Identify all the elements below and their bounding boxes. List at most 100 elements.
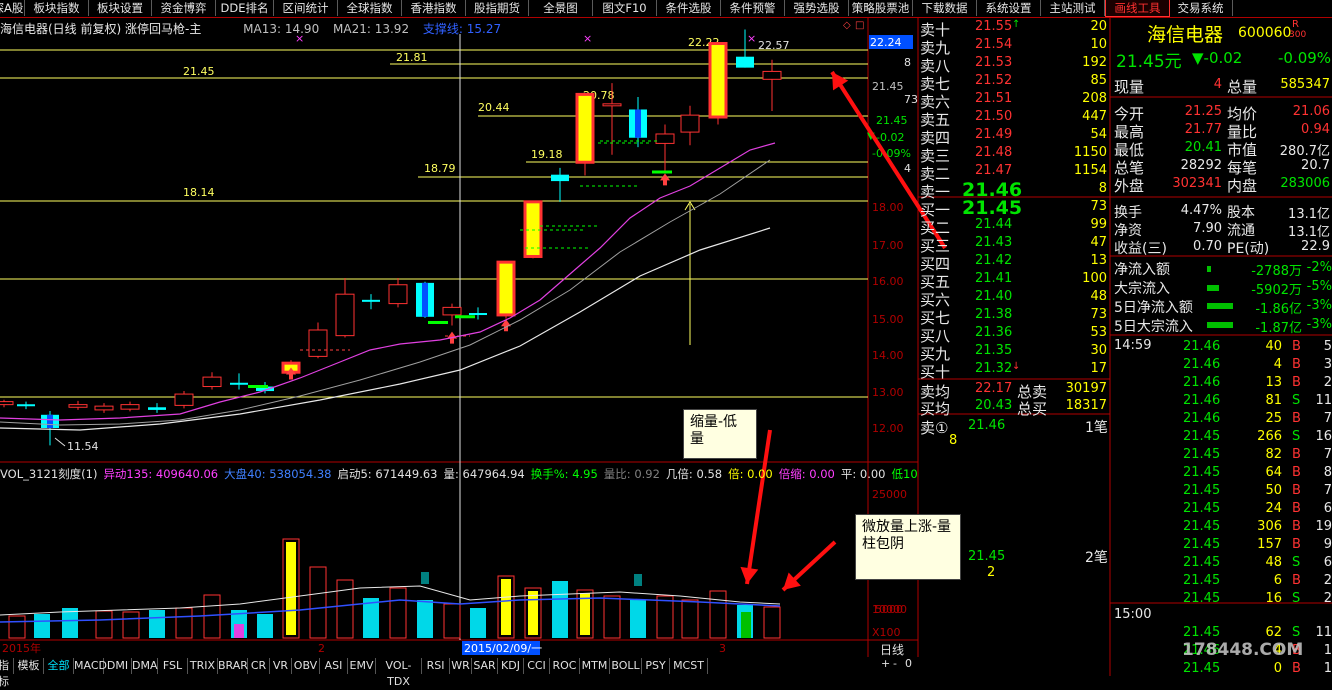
- indicator-tab-5[interactable]: DMA: [132, 658, 158, 674]
- indicator-tab-23[interactable]: PSY: [642, 658, 670, 674]
- volume-bar-16[interactable]: [443, 603, 461, 639]
- volume-bar-23[interactable]: [630, 600, 646, 638]
- indicator-tab-3[interactable]: MACD: [74, 658, 107, 674]
- ask-price[interactable]: 21.50: [975, 109, 1012, 124]
- bid-price[interactable]: 21.38: [975, 307, 1012, 322]
- indicator-tab-0[interactable]: 指标: [0, 658, 14, 688]
- volume-bar-9[interactable]: [257, 614, 273, 638]
- indicator-tab-16[interactable]: WR: [450, 658, 472, 674]
- bid-price[interactable]: 21.32: [975, 361, 1012, 376]
- volume-bar-25[interactable]: [681, 599, 699, 639]
- candle-0[interactable]: [0, 399, 14, 408]
- bid-price[interactable]: 21.41: [975, 271, 1012, 286]
- candle-22[interactable]: [575, 92, 595, 176]
- indicator-tab-1[interactable]: 模板: [14, 658, 44, 674]
- candle-26[interactable]: [680, 105, 700, 146]
- ask-price[interactable]: 21.47: [975, 163, 1012, 178]
- indicator-tab-22[interactable]: BOLL: [610, 658, 642, 674]
- candle-25[interactable]: [655, 124, 675, 173]
- candle-4[interactable]: [94, 403, 114, 413]
- zoom-button-0[interactable]: +: [881, 657, 890, 670]
- ask-price[interactable]: 21.53: [975, 55, 1012, 70]
- bid-price[interactable]: 21.40: [975, 289, 1012, 304]
- indicator-tab-4[interactable]: DMI: [104, 658, 132, 674]
- volume-bar-14[interactable]: [389, 587, 407, 639]
- indicator-tab-14[interactable]: VOL-TDX: [376, 658, 422, 688]
- quote-value: 13.1亿: [1288, 207, 1330, 222]
- indicator-tab-13[interactable]: EMV: [348, 658, 376, 674]
- volume-bar-4[interactable]: [122, 611, 140, 639]
- volume-bar-17[interactable]: [470, 608, 486, 638]
- indicator-tab-18[interactable]: KDJ: [498, 658, 524, 674]
- bid-price[interactable]: 21.43: [975, 235, 1012, 250]
- indicator-tab-17[interactable]: SAR: [472, 658, 498, 674]
- volume-bar-24[interactable]: [656, 595, 674, 639]
- ask-price[interactable]: 21.55: [975, 19, 1012, 34]
- indicator-tab-11[interactable]: OBV: [292, 658, 320, 674]
- indicator-tab-8[interactable]: BRAR: [218, 658, 248, 674]
- candle-13[interactable]: [335, 277, 355, 338]
- zoom-button-2[interactable]: 0: [905, 657, 912, 670]
- bid-price[interactable]: 21.35: [975, 343, 1012, 358]
- indicator-tab-24[interactable]: MCST: [670, 658, 708, 674]
- candle-19[interactable]: [496, 260, 516, 319]
- candle-14[interactable]: [362, 294, 380, 310]
- volume-bar-22[interactable]: [603, 595, 621, 639]
- indicator-tab-21[interactable]: MTM: [580, 658, 610, 674]
- tick-count: 7: [1323, 447, 1332, 462]
- bid-price[interactable]: 21.44: [975, 217, 1012, 232]
- diamond-icon[interactable]: ◇: [843, 20, 851, 31]
- indicator-tab-2[interactable]: 全部: [44, 658, 74, 674]
- volume-bar-0[interactable]: [8, 615, 26, 639]
- zoom-button-1[interactable]: -: [893, 657, 897, 670]
- bid-price[interactable]: 21.45: [962, 197, 1022, 219]
- indicator-tab-15[interactable]: RSI: [422, 658, 450, 674]
- square-icon[interactable]: □: [855, 20, 864, 31]
- quote-value: 7.90: [1193, 221, 1222, 236]
- tick-volume: 306: [1257, 519, 1282, 534]
- volume-bar-1[interactable]: [34, 614, 50, 638]
- candle-3[interactable]: [68, 400, 88, 410]
- bid-price[interactable]: 21.42: [975, 253, 1012, 268]
- candle-6[interactable]: [148, 403, 166, 413]
- candle-1[interactable]: [17, 401, 35, 410]
- volume-bar-2[interactable]: [62, 608, 78, 638]
- volume-bar-6[interactable]: [175, 607, 193, 639]
- volume-bar-18[interactable]: [497, 575, 515, 639]
- volume-bar-11[interactable]: [309, 566, 327, 639]
- candle-9[interactable]: [230, 373, 248, 390]
- volume-bar-12[interactable]: [336, 579, 354, 639]
- volume-bar-3[interactable]: [95, 610, 113, 639]
- indicator-tab-10[interactable]: VR: [270, 658, 292, 674]
- volume-bar-20[interactable]: [552, 581, 568, 638]
- candle-7[interactable]: [174, 391, 194, 409]
- ask-price[interactable]: 21.48: [975, 145, 1012, 160]
- volume-bar-10[interactable]: [282, 538, 300, 639]
- volume-bar-5[interactable]: [149, 610, 165, 638]
- candle-29[interactable]: [762, 59, 782, 111]
- volume-bar-28[interactable]: [763, 606, 781, 639]
- ask-price[interactable]: 21.54: [975, 37, 1012, 52]
- indicator-tab-9[interactable]: CR: [248, 658, 270, 674]
- candle-12[interactable]: [308, 322, 328, 359]
- bid-price[interactable]: 21.36: [975, 325, 1012, 340]
- tick-count: 2: [1323, 573, 1332, 588]
- ask-price[interactable]: 21.49: [975, 127, 1012, 142]
- candle-27[interactable]: [708, 42, 728, 125]
- indicator-tab-7[interactable]: TRIX: [188, 658, 218, 674]
- indicator-tab-20[interactable]: ROC: [550, 658, 580, 674]
- indicator-tab-12[interactable]: ASI: [320, 658, 348, 674]
- indicator-tab-6[interactable]: FSL: [158, 658, 188, 674]
- candle-21[interactable]: [551, 167, 569, 202]
- current-price: 21.45元: [1116, 52, 1182, 72]
- candle-5[interactable]: [120, 401, 140, 412]
- volume-bar-7[interactable]: [203, 594, 221, 639]
- volume-bar-26[interactable]: [709, 590, 727, 639]
- candle-15[interactable]: [388, 277, 408, 308]
- volume-bar-21[interactable]: [576, 589, 594, 639]
- ask-price[interactable]: 21.52: [975, 73, 1012, 88]
- indicator-tab-19[interactable]: CCI: [524, 658, 550, 674]
- candle-8[interactable]: [202, 372, 222, 390]
- volume-bar-15[interactable]: [417, 600, 433, 638]
- ask-price[interactable]: 21.51: [975, 91, 1012, 106]
